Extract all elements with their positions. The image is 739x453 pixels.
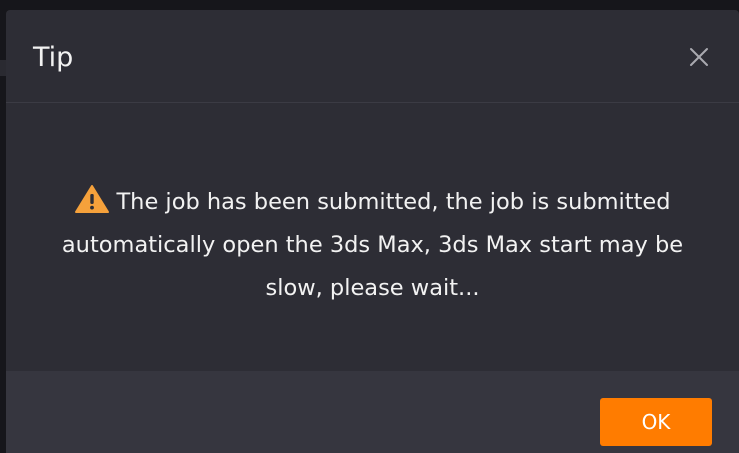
dialog-footer: OK <box>6 371 739 453</box>
dialog-title: Tip <box>33 42 74 73</box>
message-text: The job has been submitted, the job is s… <box>61 189 684 301</box>
tip-dialog: Tip The job has been submitted, the job … <box>6 10 739 453</box>
ok-button[interactable]: OK <box>600 398 712 446</box>
dialog-header: Tip <box>6 10 739 103</box>
close-button[interactable] <box>686 44 712 70</box>
close-icon <box>690 48 708 66</box>
warning-icon <box>74 184 110 214</box>
message-block: The job has been submitted, the job is s… <box>56 181 689 310</box>
dialog-body: The job has been submitted, the job is s… <box>6 103 739 371</box>
